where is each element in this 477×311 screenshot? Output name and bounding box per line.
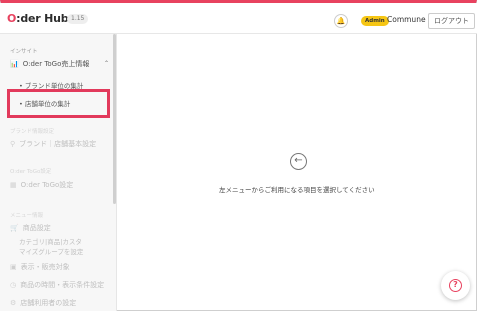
top-header: O:der Hub 1.15 🔔 Admin Commune ログアウト <box>0 3 477 34</box>
chevron-up-icon[interactable]: ⌃ <box>104 60 109 67</box>
app-logo[interactable]: O:der Hub <box>7 12 69 25</box>
sidebar-sub-cat1[interactable]: カテゴリ|商品|カスタ <box>19 236 82 246</box>
sidebar-sub-cat2[interactable]: マイズグループを設定 <box>19 246 83 256</box>
section-menu: メニュー情報 <box>10 213 44 219</box>
sidebar-item-togo[interactable]: ▦ O:der ToGo設定 <box>10 180 73 190</box>
display-icon: ▣ <box>10 263 17 271</box>
sidebar-item-product2[interactable]: ◷ 商品の時間・表示条件設定 <box>10 280 104 290</box>
empty-state-message: 左メニューからご利用になる項目を選択してください <box>219 186 375 194</box>
section-insight: インサイト <box>10 49 38 55</box>
bell-icon[interactable]: 🔔 <box>334 14 348 28</box>
sidebar: インサイト 📊 O:der ToGo売上情報 ⌃ • ブランド単位の集計 • 店… <box>0 34 117 311</box>
main-content <box>117 34 477 311</box>
cart-icon: 🛒 <box>10 224 19 232</box>
section-togo: O:der ToGo設定 <box>10 169 52 175</box>
section-brand: ブランド情報設定 <box>10 129 55 135</box>
logout-button[interactable]: ログアウト <box>428 13 475 29</box>
role-badge: Admin <box>361 16 389 26</box>
chart-icon: 📊 <box>10 60 19 68</box>
version-badge: 1.15 <box>67 14 89 24</box>
arrow-left-circle-icon: ← <box>290 153 307 170</box>
location-icon: ⚲ <box>10 140 16 148</box>
highlight-box <box>7 89 110 118</box>
sidebar-item-brand[interactable]: ⚲ ブランド｜店舗基本設定 <box>10 139 96 149</box>
clock-icon: ◷ <box>10 281 17 289</box>
sidebar-item-sales[interactable]: 📊 O:der ToGo売上情報 <box>10 59 89 69</box>
org-name[interactable]: Commune <box>387 15 426 24</box>
help-button[interactable]: ? <box>441 271 470 300</box>
sidebar-scrollbar[interactable] <box>113 34 116 204</box>
settings-icon: ⚙ <box>10 299 17 307</box>
sidebar-item-more[interactable]: ⚙ 店舗利用者の設定 <box>10 298 76 308</box>
sidebar-item-stock[interactable]: ▣ 表示・販売対象 <box>10 262 70 272</box>
question-icon: ? <box>449 279 462 292</box>
calendar-icon: ▦ <box>10 181 17 189</box>
sidebar-item-product[interactable]: 🛒 商品設定 <box>10 223 51 233</box>
